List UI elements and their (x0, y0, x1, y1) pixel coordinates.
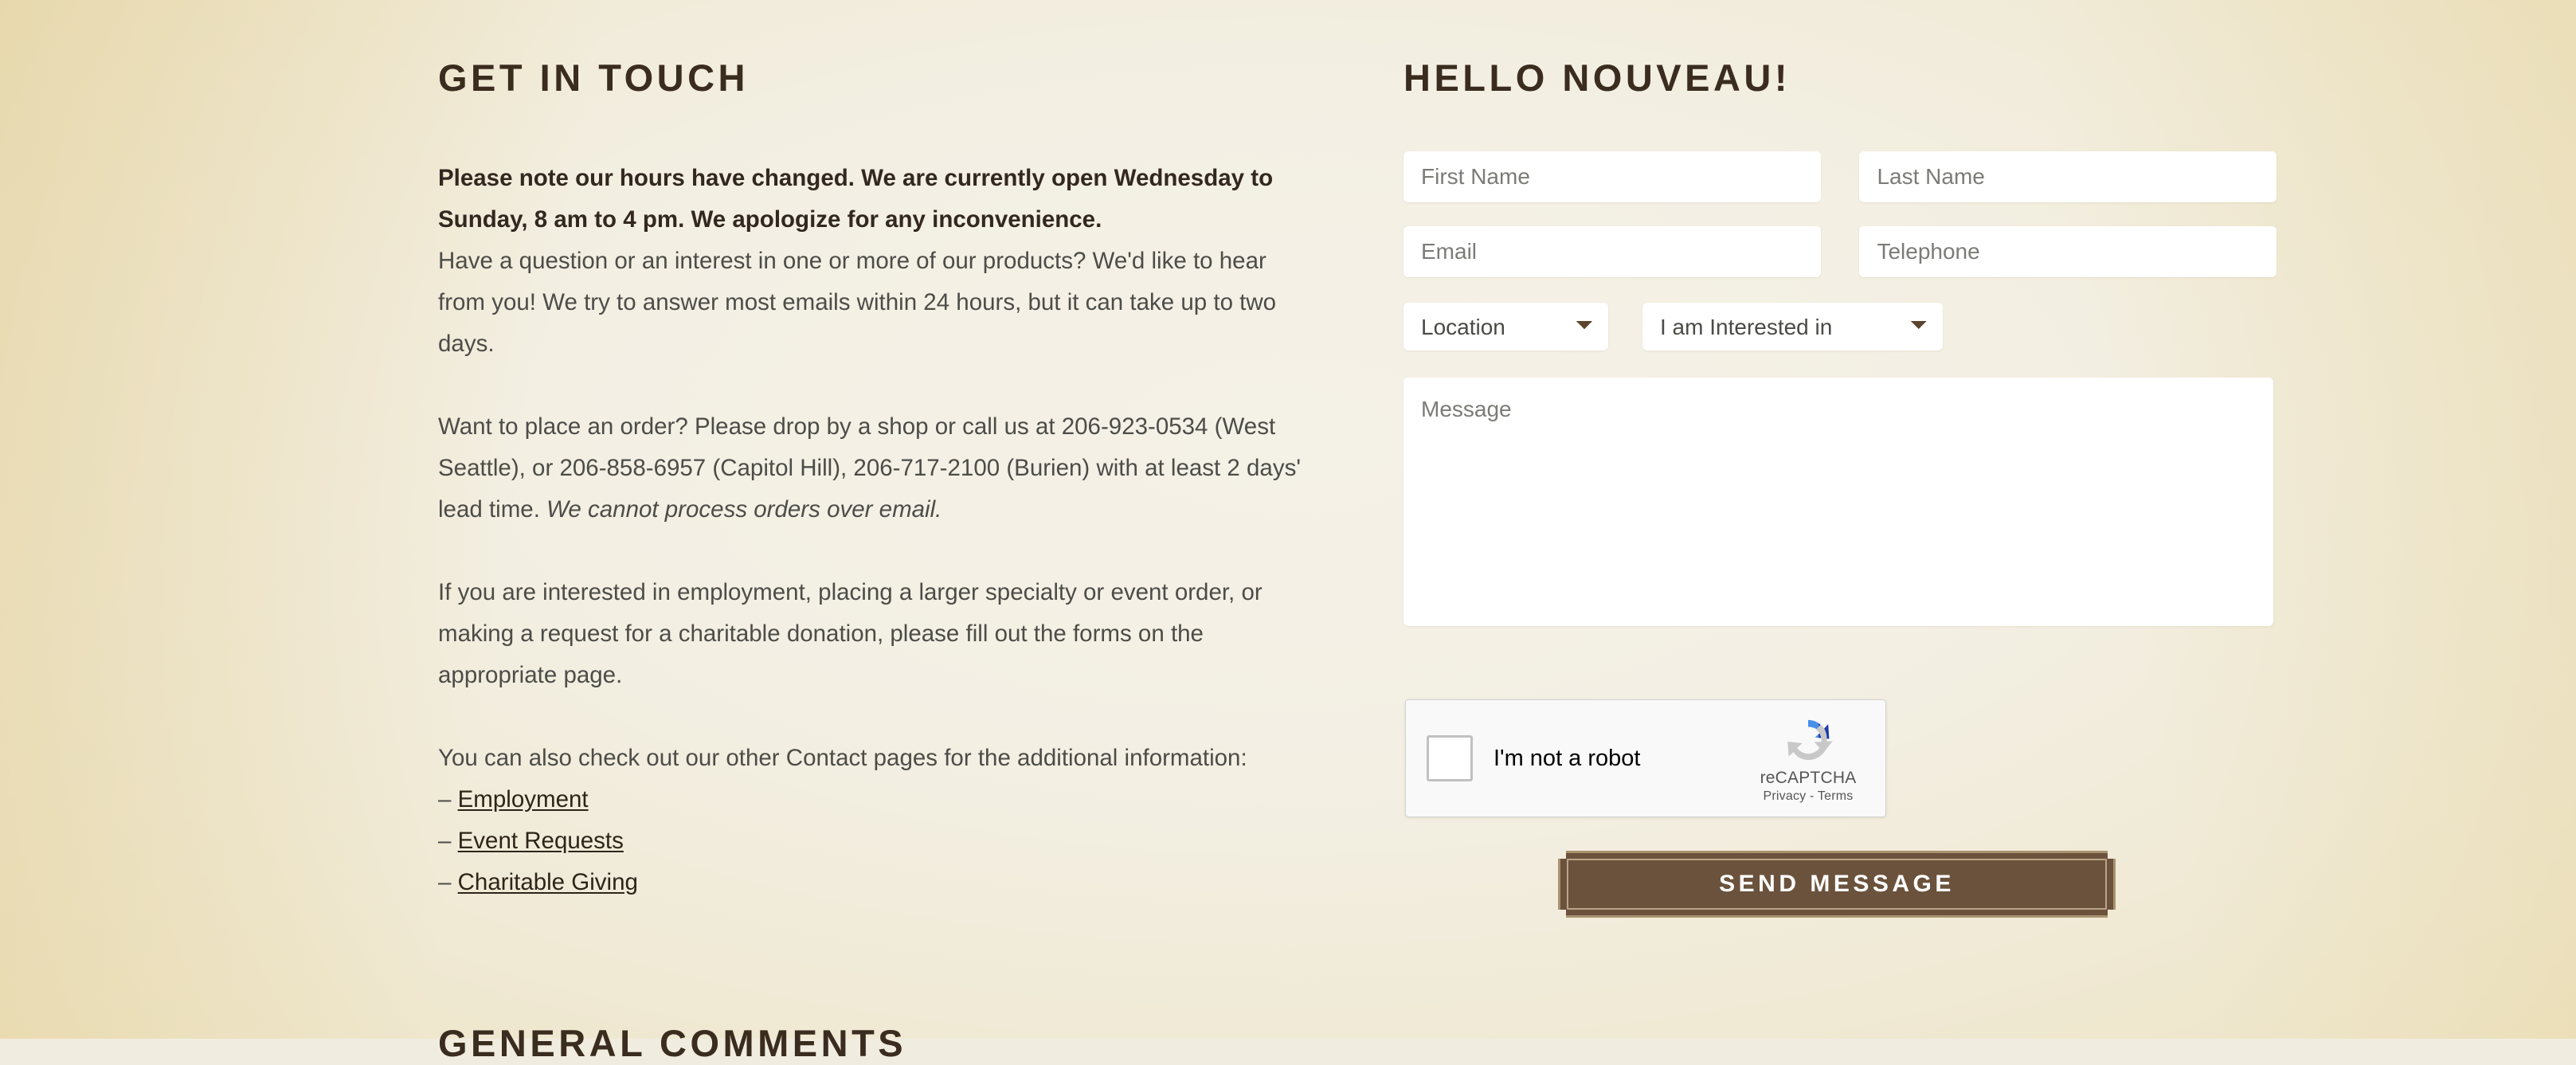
left-content: Please note our hours have changed. We a… (438, 158, 1314, 903)
telephone-input[interactable] (1859, 226, 2277, 277)
first-name-input[interactable] (1403, 151, 1821, 202)
get-in-touch-heading: GET IN TOUCH (438, 57, 749, 99)
interest-select[interactable]: I am Interested in (1642, 303, 1943, 350)
hello-nouveau-heading: HELLO NOUVEAU! (1403, 57, 1791, 99)
name-row (1403, 151, 2277, 202)
recaptcha-branding: reCAPTCHA Privacy - Terms (1748, 714, 1868, 804)
hours-notice: Please note our hours have changed. We a… (438, 165, 1274, 233)
recaptcha-brand-name: reCAPTCHA (1760, 768, 1857, 787)
question-paragraph: Have a question or an interest in one or… (438, 248, 1277, 357)
message-textarea[interactable] (1403, 378, 2273, 626)
list-dash: – (438, 786, 452, 812)
send-button-label: SEND MESSAGE (1719, 871, 1955, 897)
contact-row (1403, 226, 2277, 277)
link-charitable-giving[interactable]: Charitable Giving (458, 869, 638, 895)
send-button-inner-frame: SEND MESSAGE (1567, 859, 2107, 910)
order-paragraph-emphasis: We cannot process orders over email. (546, 496, 942, 523)
list-dash: – (438, 869, 452, 895)
message-row (1403, 378, 2576, 630)
recaptcha-widget[interactable]: I'm not a robot reCAPTCHA Privacy - Term… (1405, 699, 1886, 817)
contact-page: GET IN TOUCH Please note our hours have … (0, 0, 2576, 1064)
order-paragraph: Want to place an order? Please drop by a… (438, 406, 1314, 531)
link-employment[interactable]: Employment (458, 786, 589, 812)
contact-links-list: – Employment – Event Requests – Charitab… (438, 779, 1314, 903)
send-message-button[interactable]: SEND MESSAGE (1558, 851, 2116, 918)
general-comments-heading: GENERAL COMMENTS (438, 1022, 907, 1064)
recaptcha-privacy-terms[interactable]: Privacy - Terms (1764, 789, 1854, 804)
recaptcha-checkbox[interactable] (1427, 735, 1473, 781)
recaptcha-logo-icon (1787, 719, 1833, 760)
recaptcha-label: I'm not a robot (1494, 745, 1641, 771)
links-intro: You can also check out our other Contact… (438, 745, 1247, 771)
forms-paragraph: If you are interested in employment, pla… (438, 579, 1263, 688)
link-event-requests[interactable]: Event Requests (458, 828, 624, 854)
location-select[interactable]: Location (1403, 303, 1608, 350)
email-input[interactable] (1403, 226, 1821, 277)
list-dash: – (438, 828, 452, 854)
last-name-input[interactable] (1859, 151, 2277, 202)
select-row: Location I am Interested in (1403, 303, 1943, 350)
